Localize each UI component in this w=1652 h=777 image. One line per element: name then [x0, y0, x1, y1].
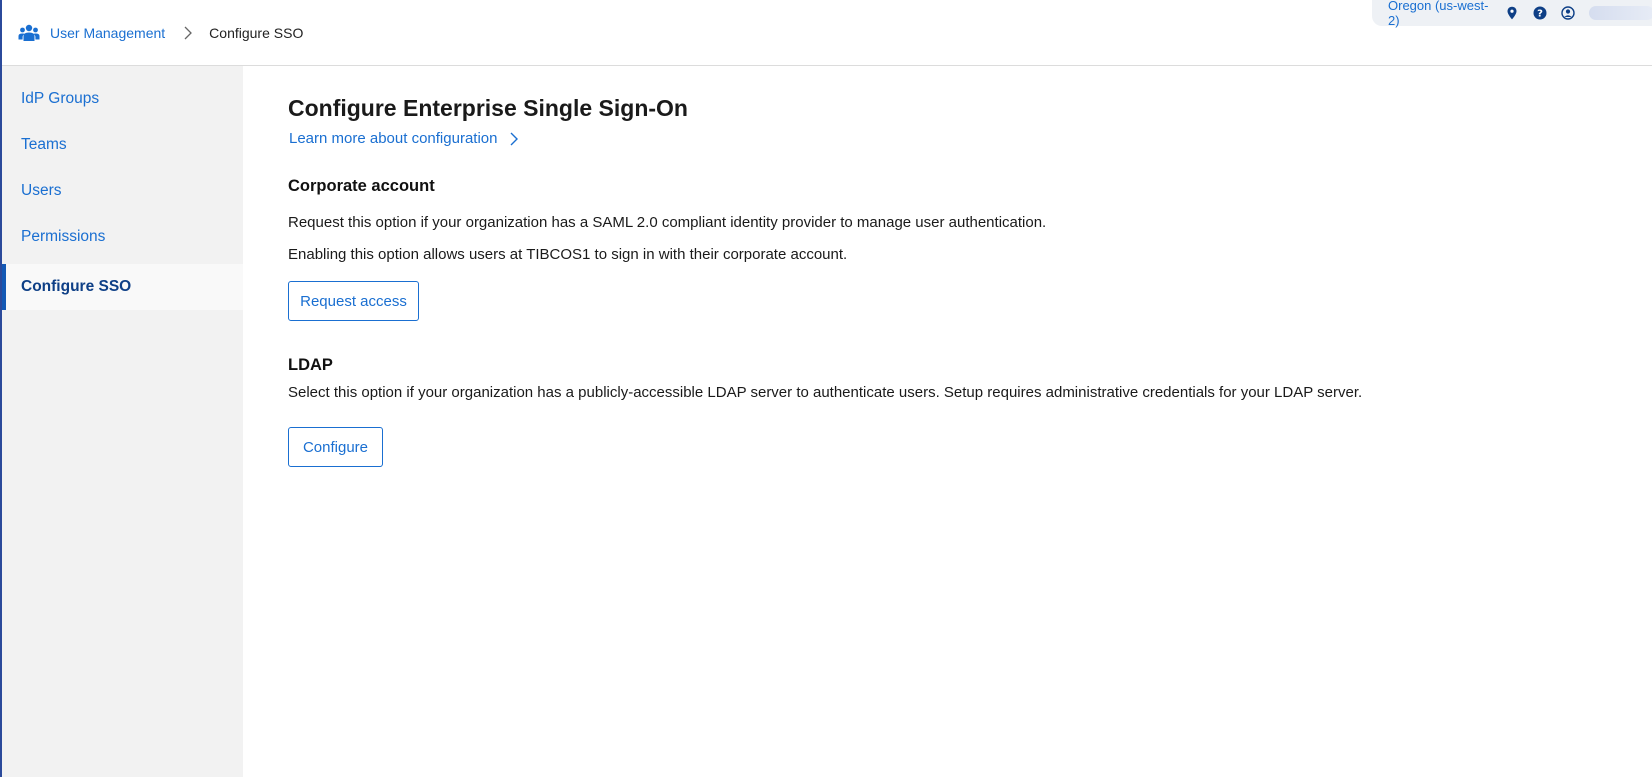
help-icon[interactable]: ?: [1533, 6, 1547, 20]
top-bar: User Management Configure SSO Oregon (us…: [2, 0, 1652, 66]
configure-ldap-button[interactable]: Configure: [288, 427, 383, 467]
sidebar-item-permissions[interactable]: Permissions: [2, 214, 243, 260]
users-group-icon: [18, 24, 40, 42]
corporate-description-2: Enabling this option allows users at TIB…: [288, 246, 848, 263]
user-name-redacted[interactable]: [1588, 6, 1652, 20]
request-access-button[interactable]: Request access: [288, 281, 419, 321]
location-pin-icon[interactable]: [1505, 6, 1519, 20]
learn-more-link[interactable]: Learn more about configuration: [289, 130, 519, 147]
app-frame: User Management Configure SSO Oregon (us…: [0, 0, 1652, 777]
chevron-right-icon: [509, 132, 519, 146]
sidebar-item-users[interactable]: Users: [2, 168, 243, 214]
sidebar-nav: IdP Groups Teams Users Permissions Confi…: [2, 66, 243, 777]
learn-more-label[interactable]: Learn more about configuration: [289, 130, 497, 147]
corporate-account-heading: Corporate account: [288, 177, 435, 195]
region-selector[interactable]: Oregon (us-west-2): [1388, 0, 1493, 28]
breadcrumb-current: Configure SSO: [209, 25, 304, 41]
corporate-description-1: Request this option if your organization…: [288, 214, 1047, 231]
header-status-bar: Oregon (us-west-2) ?: [1372, 0, 1652, 28]
ldap-heading: LDAP: [288, 356, 333, 374]
sidebar-item-idp-groups[interactable]: IdP Groups: [2, 76, 243, 122]
page-title: Configure Enterprise Single Sign-On: [288, 95, 688, 121]
user-avatar-icon[interactable]: [1560, 6, 1575, 20]
breadcrumb-user-management-link[interactable]: User Management: [50, 25, 165, 41]
sidebar-item-configure-sso[interactable]: Configure SSO: [2, 264, 243, 310]
svg-text:?: ?: [1537, 9, 1543, 20]
chevron-right-icon: [183, 26, 193, 40]
breadcrumb: User Management Configure SSO: [18, 22, 303, 44]
sidebar-item-teams[interactable]: Teams: [2, 122, 243, 168]
ldap-description: Select this option if your organization …: [288, 384, 1363, 401]
